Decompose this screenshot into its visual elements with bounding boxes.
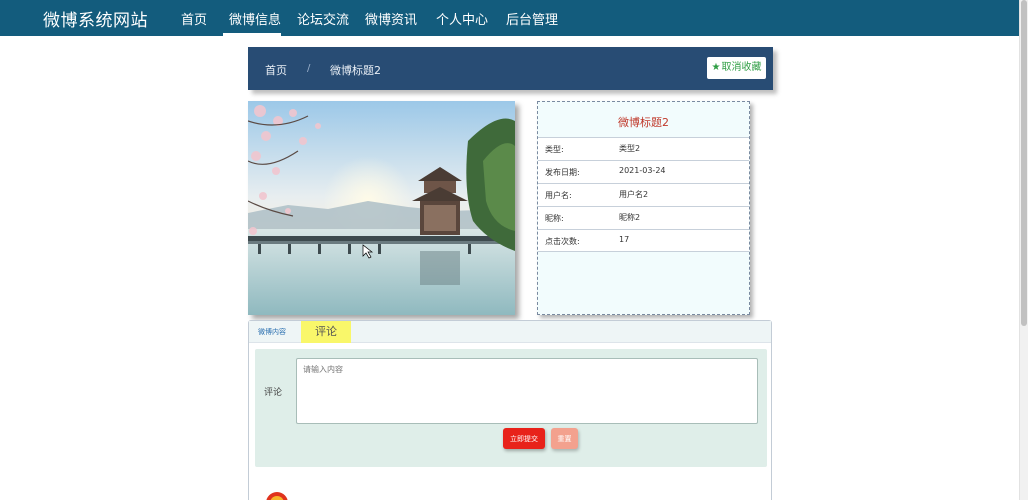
- detail-row-publish-date: 发布日期: 2021-03-24: [538, 160, 749, 183]
- detail-key: 发布日期:: [545, 168, 580, 177]
- breadcrumb: 首页 / 微博标题2 ★取消收藏: [248, 47, 773, 90]
- page-scrollbar-thumb[interactable]: [1021, 0, 1027, 326]
- detail-title: 微博标题2: [618, 116, 669, 129]
- tabs-header: 微博内容 评论: [249, 321, 771, 343]
- submit-button[interactable]: 立即提交: [503, 428, 545, 449]
- detail-value: 昵称2: [619, 213, 641, 222]
- cancel-favorite-label: 取消收藏: [721, 62, 762, 73]
- star-icon: ★: [711, 62, 721, 73]
- detail-row-type: 类型: 类型2: [538, 137, 749, 160]
- detail-value: 用户名2: [619, 190, 649, 199]
- nav-item-home[interactable]: 首页: [181, 9, 207, 28]
- comment-field-label: 评论: [264, 388, 283, 398]
- breadcrumb-current: 微博标题2: [330, 64, 381, 77]
- nav-active-indicator: [223, 33, 281, 36]
- detail-row-nickname: 昵称: 昵称2: [538, 206, 749, 229]
- tab-comment[interactable]: 评论: [301, 321, 351, 343]
- commenter-avatar-icon: [266, 492, 288, 500]
- nav-item-weibo-info[interactable]: 微博信息: [229, 9, 281, 28]
- comment-input[interactable]: [296, 358, 758, 424]
- tab-weibo-content[interactable]: 微博内容: [258, 327, 286, 337]
- detail-key: 类型:: [545, 145, 564, 154]
- lake-pavilion-picture: [248, 101, 515, 315]
- nav-item-admin[interactable]: 后台管理: [506, 9, 558, 28]
- nav-item-personal-center[interactable]: 个人中心: [436, 9, 488, 28]
- weibo-image: [248, 101, 515, 315]
- nav-item-forum[interactable]: 论坛交流: [297, 9, 349, 28]
- detail-row-username: 用户名: 用户名2: [538, 183, 749, 206]
- detail-value: 17: [619, 235, 630, 244]
- nav-item-news[interactable]: 微博资讯: [365, 9, 417, 28]
- top-navbar: 微博系统网站 首页 微博信息 论坛交流 微博资讯 个人中心 后台管理: [0, 0, 1019, 36]
- detail-key: 点击次数:: [545, 237, 580, 246]
- breadcrumb-separator: /: [307, 63, 311, 74]
- detail-value: 2021-03-24: [619, 166, 666, 175]
- content-tabs-panel: 微博内容 评论 评论 立即提交 重置: [248, 320, 772, 500]
- breadcrumb-home[interactable]: 首页: [265, 62, 287, 78]
- site-brand[interactable]: 微博系统网站: [43, 6, 148, 31]
- detail-row-click-count: 点击次数: 17: [538, 229, 749, 252]
- detail-value: 类型2: [619, 144, 641, 153]
- cancel-favorite-button[interactable]: ★取消收藏: [707, 57, 766, 79]
- detail-key: 昵称:: [545, 214, 564, 223]
- comment-form: 评论 立即提交 重置: [255, 349, 767, 467]
- reset-button[interactable]: 重置: [551, 428, 578, 449]
- weibo-detail-card: 微博标题2 类型: 类型2 发布日期: 2021-03-24 用户名: 用户名2…: [537, 101, 750, 315]
- detail-key: 用户名:: [545, 191, 572, 200]
